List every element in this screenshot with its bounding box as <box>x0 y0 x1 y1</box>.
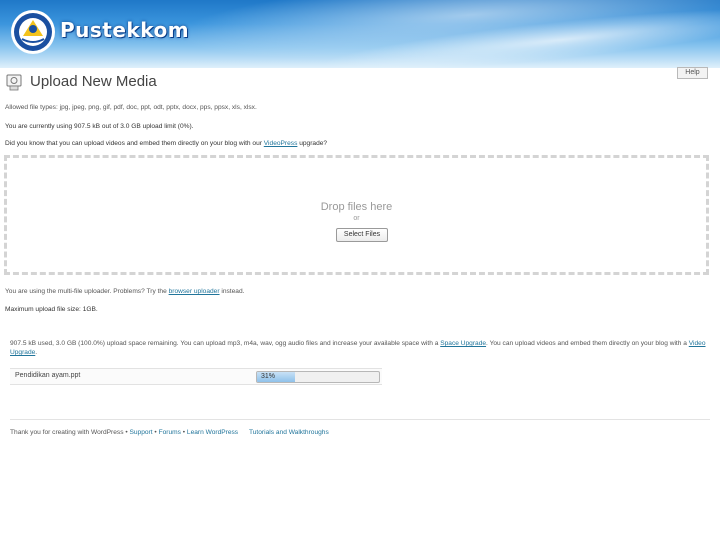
upload-progress-label: 31% <box>261 373 276 380</box>
footer-divider <box>10 419 710 420</box>
help-tab[interactable]: Help <box>677 67 708 79</box>
uploader-note-text-end: instead. <box>219 288 245 295</box>
space-remaining-text-2: . You can upload videos and embed them d… <box>486 340 689 347</box>
browser-uploader-link[interactable]: browser uploader <box>169 288 220 295</box>
footer-link-learn-wordpress[interactable]: Learn WordPress <box>187 429 238 436</box>
drop-or-label: or <box>353 215 360 222</box>
media-upload-icon <box>6 74 22 91</box>
uploader-note-text: You are using the multi-file uploader. P… <box>5 288 169 295</box>
video-upgrade-link[interactable]: Video <box>689 340 706 347</box>
uploader-note: You are using the multi-file uploader. P… <box>5 288 244 295</box>
brand-name: Pustekkom <box>60 18 190 42</box>
space-remaining-text-3: . <box>35 349 38 356</box>
space-upgrade-link[interactable]: Space Upgrade <box>440 340 486 347</box>
upload-progress-bar: 31% <box>256 371 380 383</box>
videopress-text: Did you know that you can upload videos … <box>5 140 264 147</box>
footer-link-tutorials[interactable]: Tutorials and Walkthroughs <box>249 429 329 436</box>
upload-item-row: Pendidikan ayam.ppt 31% <box>10 368 382 385</box>
space-remaining-notice-line2: Upgrade. <box>10 349 37 356</box>
video-upgrade-link-cont[interactable]: Upgrade <box>10 349 35 356</box>
space-remaining-text: 907.5 kB used, 3.0 GB (100.0%) upload sp… <box>10 340 441 347</box>
allowed-file-types: Allowed file types: jpg, jpeg, png, gif,… <box>5 104 257 111</box>
tut-wuri-logo-icon <box>11 10 55 54</box>
page-title: Upload New Media <box>30 73 157 90</box>
drop-files-label: Drop files here <box>320 201 393 213</box>
space-remaining-notice: 907.5 kB used, 3.0 GB (100.0%) upload sp… <box>10 340 706 347</box>
drop-zone[interactable]: Drop files here or Select Files <box>4 155 709 275</box>
select-files-button[interactable]: Select Files <box>336 228 388 242</box>
header-banner: Pustekkom <box>0 0 720 68</box>
videopress-link[interactable]: VideoPress <box>264 140 298 147</box>
upload-filename: Pendidikan ayam.ppt <box>15 372 81 379</box>
footer-thanks: Thank you for creating with WordPress <box>10 429 124 436</box>
footer-link-support[interactable]: Support <box>129 429 152 436</box>
max-upload-size: Maximum upload file size: 1GB. <box>5 306 98 313</box>
videopress-text-end: upgrade? <box>297 140 328 147</box>
footer: Thank you for creating with WordPress • … <box>10 429 329 436</box>
videopress-notice: Did you know that you can upload videos … <box>5 140 327 147</box>
upload-usage: You are currently using 907.5 kB out of … <box>5 123 194 130</box>
footer-link-forums[interactable]: Forums <box>159 429 181 436</box>
